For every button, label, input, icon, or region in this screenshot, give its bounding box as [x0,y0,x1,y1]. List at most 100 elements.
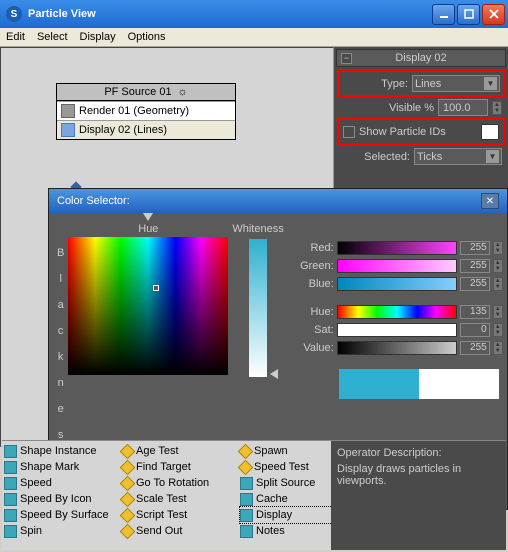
sat-label: Sat: [294,324,334,336]
hue-stepper[interactable]: ▲▼ [493,305,503,319]
dialog-close-button[interactable]: ✕ [481,193,499,209]
show-ids-label: Show Particle IDs [359,126,477,138]
field-cursor-icon[interactable] [153,285,159,291]
visible-spinner[interactable]: 100.0 [438,99,488,116]
value-slider[interactable] [337,341,457,355]
dialog-titlebar[interactable]: Color Selector: ✕ [49,189,507,213]
menu-options[interactable]: Options [128,31,166,43]
value-value[interactable]: 255 [460,341,490,355]
operator-item[interactable]: Speed Test [240,459,331,475]
selected-select[interactable]: Ticks ▼ [414,148,502,165]
operator-icon [240,509,253,522]
operator-item[interactable]: Speed By Surface [4,507,122,523]
blue-slider[interactable] [337,277,457,291]
sat-value[interactable]: 0 [460,323,490,337]
sat-slider[interactable] [337,323,457,337]
show-ids-row: Show Particle IDs [340,121,502,143]
test-icon [238,443,254,459]
menu-edit[interactable]: Edit [6,31,25,43]
show-ids-checkbox[interactable] [343,126,355,138]
pf-source-node[interactable]: PF Source 01 ☼ Render 01 (Geometry) Disp… [56,83,236,140]
color-preview [339,369,503,399]
red-stepper[interactable]: ▲▼ [493,241,503,255]
operator-item[interactable]: Send Out [122,523,240,539]
hue-slider[interactable] [337,305,457,319]
operator-label: Display [256,509,292,521]
red-slider[interactable] [337,241,457,255]
collapse-icon[interactable]: − [341,53,352,64]
close-button[interactable] [482,4,505,25]
node-row-render-label: Render 01 (Geometry) [79,105,189,117]
operator-item[interactable]: Speed By Icon [4,491,122,507]
operator-item[interactable]: Find Target [122,459,240,475]
operator-label: Spin [20,525,42,537]
operator-item[interactable]: Shape Instance [4,443,122,459]
hue-sat-field[interactable] [68,237,228,375]
type-value: Lines [415,78,441,90]
green-stepper[interactable]: ▲▼ [493,259,503,273]
op-desc-title: Operator Description: [337,447,500,459]
operator-palette[interactable]: Shape Instance Shape Mark Speed Speed By Ic… [2,441,331,549]
menu-display[interactable]: Display [80,31,116,43]
hue-value[interactable]: 135 [460,305,490,319]
operator-label: Cache [256,493,288,505]
visible-stepper[interactable]: ▲▼ [492,101,502,115]
operator-label: Speed By Icon [20,493,92,505]
panel-header[interactable]: − Display 02 [336,49,506,67]
type-row: Type: Lines ▼ [340,73,502,94]
maximize-button[interactable] [457,4,480,25]
operator-label: Scale Test [136,493,187,505]
value-row: Value: 255 ▲▼ [294,341,503,355]
operator-item[interactable]: Speed [4,475,122,491]
green-value[interactable]: 255 [460,259,490,273]
node-row-display-label: Display 02 (Lines) [79,124,167,136]
whiteness-slider[interactable] [249,239,267,377]
operator-label: Script Test [136,509,187,521]
blue-value[interactable]: 255 [460,277,490,291]
blue-stepper[interactable]: ▲▼ [493,277,503,291]
type-select[interactable]: Lines ▼ [412,75,500,92]
test-icon [120,443,136,459]
operator-item[interactable]: Script Test [122,507,240,523]
operator-label: Shape Mark [20,461,79,473]
red-value[interactable]: 255 [460,241,490,255]
dropdown-arrow-icon: ▼ [484,77,497,90]
minimize-button[interactable] [432,4,455,25]
operator-item[interactable]: Go To Rotation [122,475,240,491]
green-slider[interactable] [337,259,457,273]
operator-icon [4,525,17,538]
operator-label: Shape Instance [20,445,96,457]
operator-item[interactable]: Spawn [240,443,331,459]
node-title: PF Source 01 [104,86,171,98]
id-color-swatch[interactable] [481,124,499,140]
node-row-render[interactable]: Render 01 (Geometry) [57,101,235,120]
blue-row: Blue: 255 ▲▼ [294,277,503,291]
visible-row: Visible % 100.0 ▲▼ [340,99,502,116]
hue-channel-label: Hue: [294,306,334,318]
type-label: Type: [381,78,408,90]
operator-item[interactable]: Scale Test [122,491,240,507]
display-icon [61,123,75,137]
window-titlebar: S Particle View [0,0,508,28]
operator-item[interactable]: Cache [240,491,331,507]
menu-select[interactable]: Select [37,31,68,43]
operator-label: Go To Rotation [136,477,209,489]
operator-label: Notes [256,525,285,537]
operator-item[interactable]: Age Test [122,443,240,459]
node-row-display[interactable]: Display 02 (Lines) [57,120,235,139]
operator-item[interactable]: Shape Mark [4,459,122,475]
hue-label: Hue [68,223,228,235]
value-stepper[interactable]: ▲▼ [493,341,503,355]
visible-value: 100.0 [443,102,471,114]
node-header[interactable]: PF Source 01 ☼ [57,84,235,101]
operator-label: Split Source [256,477,315,489]
operator-label: Speed Test [254,461,309,473]
operator-item[interactable]: Display [240,507,331,523]
operator-label: Spawn [254,445,288,457]
operator-item[interactable]: Notes [240,523,331,539]
operator-item[interactable]: Split Source [240,475,331,491]
operator-icon [4,477,17,490]
operator-item[interactable]: Spin [4,523,122,539]
sat-stepper[interactable]: ▲▼ [493,323,503,337]
red-label: Red: [294,242,334,254]
